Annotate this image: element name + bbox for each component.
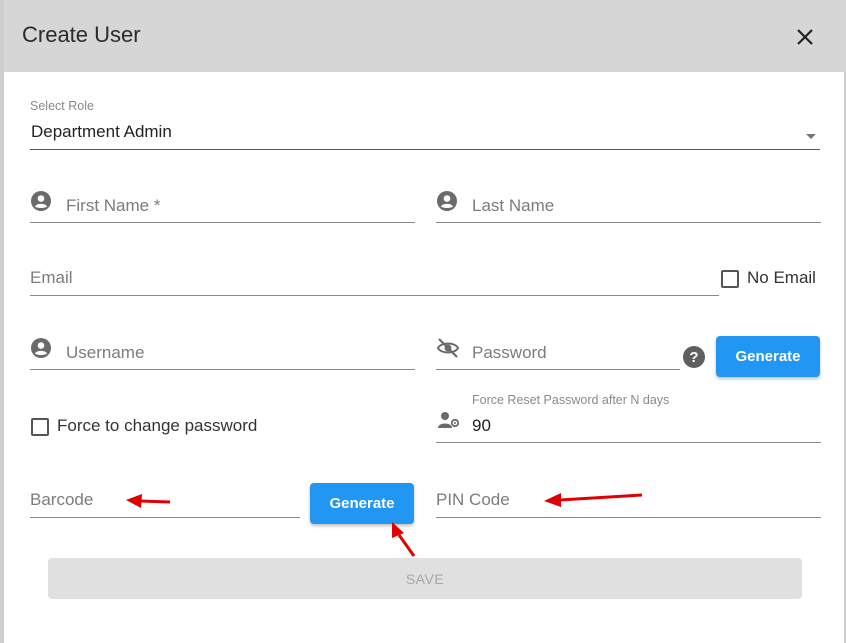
barcode-field[interactable]: Barcode xyxy=(30,484,301,520)
username-placeholder: Username xyxy=(66,343,145,362)
account-circle-icon xyxy=(437,191,457,216)
generate-barcode-button[interactable]: Generate xyxy=(310,483,414,524)
dialog-title: Create User xyxy=(22,22,141,47)
role-select[interactable]: Select Role Department Admin xyxy=(30,96,820,152)
password-field[interactable]: Password xyxy=(436,333,681,373)
last-name-field[interactable]: Last Name xyxy=(436,186,821,226)
force-reset-value: 90 xyxy=(472,416,491,435)
force-change-checkbox[interactable] xyxy=(31,418,49,436)
no-email-label: No Email xyxy=(747,268,816,287)
pin-code-field[interactable]: PIN Code xyxy=(436,484,821,520)
role-value: Department Admin xyxy=(31,122,172,141)
close-icon[interactable] xyxy=(790,22,820,52)
account-circle-icon xyxy=(31,338,51,363)
username-field[interactable]: Username xyxy=(30,333,415,373)
create-user-dialog: Create User Select Role Department Admin… xyxy=(4,0,846,643)
visibility-off-icon[interactable] xyxy=(436,337,460,364)
force-change-label: Force to change password xyxy=(57,416,258,435)
chevron-down-icon xyxy=(805,128,817,146)
barcode-placeholder: Barcode xyxy=(30,490,94,509)
user-settings-icon xyxy=(438,411,460,434)
password-placeholder: Password xyxy=(472,343,547,362)
email-field[interactable]: Email xyxy=(30,262,720,298)
svg-text:?: ? xyxy=(689,349,698,366)
role-label: Select Role xyxy=(30,99,94,113)
account-circle-icon xyxy=(31,191,51,216)
help-icon[interactable]: ? xyxy=(682,345,706,374)
pin-code-placeholder: PIN Code xyxy=(436,490,510,509)
first-name-field[interactable]: First Name * xyxy=(30,186,415,226)
save-button[interactable]: SAVE xyxy=(48,558,802,599)
last-name-placeholder: Last Name xyxy=(472,196,555,215)
dialog-header: Create User xyxy=(4,0,846,72)
generate-password-button[interactable]: Generate xyxy=(716,336,820,377)
force-reset-label: Force Reset Password after N days xyxy=(472,393,670,407)
force-reset-field[interactable]: Force Reset Password after N days 90 xyxy=(436,391,821,445)
email-placeholder: Email xyxy=(30,268,73,287)
no-email-checkbox[interactable] xyxy=(721,270,739,288)
first-name-placeholder: First Name * xyxy=(66,196,161,215)
